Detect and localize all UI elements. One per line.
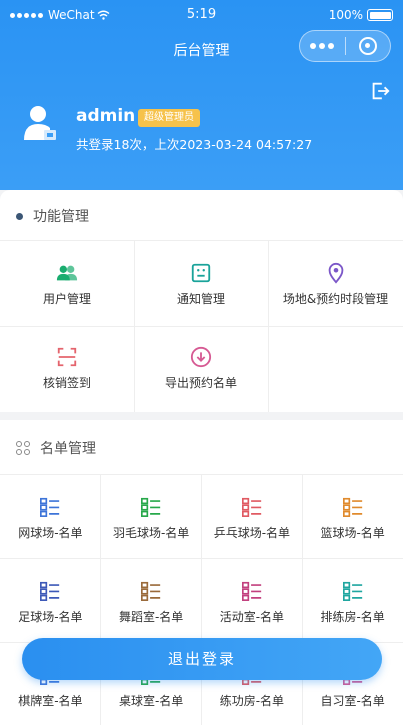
list-icon — [40, 581, 60, 601]
list-item[interactable]: 篮球场-名单 — [302, 496, 403, 541]
function-item-users[interactable]: 用户管理 — [0, 262, 134, 307]
list-icon — [141, 497, 161, 517]
battery-icon — [367, 9, 393, 21]
miniprogram-capsule — [299, 30, 391, 62]
list-item[interactable]: 舞蹈室-名单 — [101, 580, 202, 625]
list-icon — [141, 581, 161, 601]
grid-icon — [16, 441, 30, 455]
function-section-header: 功能管理 — [16, 206, 89, 226]
list-icon — [241, 581, 262, 601]
list-icon — [342, 581, 362, 601]
battery-percent: 100% — [328, 8, 363, 22]
location-icon — [328, 262, 343, 284]
logout-button[interactable]: 退出登录 — [22, 638, 382, 680]
function-item-checkin[interactable]: 核销签到 — [0, 346, 134, 391]
more-menu-button[interactable] — [300, 43, 345, 49]
username: admin — [76, 106, 136, 126]
notice-icon — [191, 263, 211, 283]
logout-icon[interactable] — [369, 80, 391, 102]
users-icon — [56, 265, 78, 281]
bullet-icon — [16, 212, 23, 220]
function-panel: 功能管理 用户管理 通知管理 场地&预约时段管理 核销签到 导出预约名单 — [0, 190, 403, 412]
list-icon — [40, 497, 60, 517]
list-icon — [241, 497, 262, 517]
list-item[interactable]: 足球场-名单 — [0, 580, 101, 625]
function-item-export[interactable]: 导出预约名单 — [134, 346, 268, 391]
scan-icon — [57, 347, 77, 367]
target-icon — [358, 37, 377, 55]
list-item[interactable]: 乒乓球场-名单 — [202, 496, 303, 541]
role-badge: 超级管理员 — [138, 109, 200, 127]
list-item[interactable]: 羽毛球场-名单 — [101, 496, 202, 541]
section-title: 名单管理 — [40, 441, 96, 457]
function-item-notices[interactable]: 通知管理 — [134, 262, 268, 307]
export-icon — [190, 346, 212, 368]
function-item-venues[interactable]: 场地&预约时段管理 — [268, 262, 403, 307]
battery: 100% — [329, 8, 393, 22]
list-item[interactable]: 网球场-名单 — [0, 496, 101, 541]
header-banner: WeChat 5:19 100% 后台管理 admin 超级管理员 共登录18次… — [0, 0, 403, 190]
status-bar: WeChat 5:19 100% — [0, 0, 403, 30]
close-miniprogram-button[interactable] — [345, 37, 390, 55]
avatar — [24, 106, 56, 140]
list-item[interactable]: 活动室-名单 — [202, 580, 303, 625]
list-icon — [342, 497, 362, 517]
section-title: 功能管理 — [33, 209, 89, 225]
navbar: 后台管理 — [0, 30, 403, 66]
list-section-header: 名单管理 — [16, 438, 96, 458]
list-item[interactable]: 排练房-名单 — [302, 580, 403, 625]
login-info: 共登录18次，上次2023-03-24 04:57:27 — [76, 137, 313, 152]
